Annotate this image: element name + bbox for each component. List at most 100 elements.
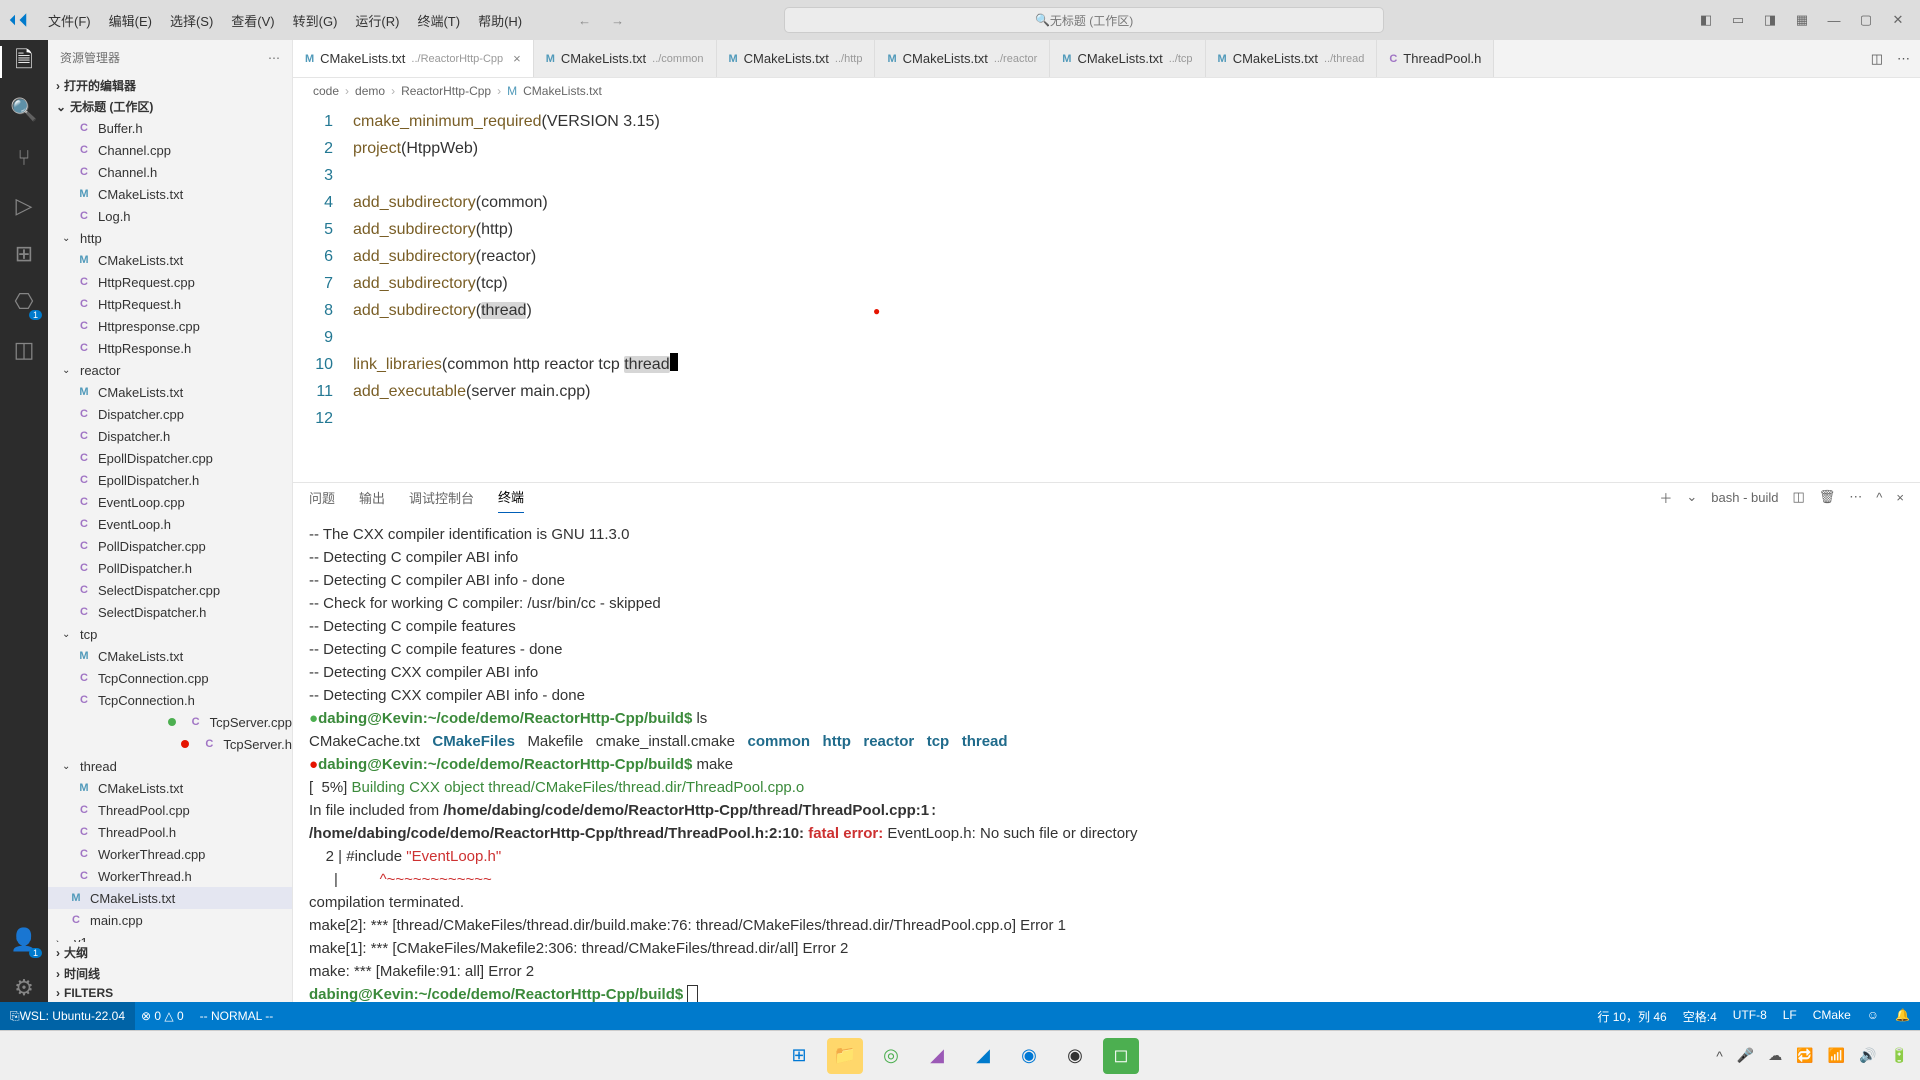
- close-panel-icon[interactable]: ×: [1896, 490, 1904, 511]
- file-item[interactable]: CEventLoop.cpp: [48, 491, 292, 513]
- layout-panel-icon[interactable]: ▭: [1724, 6, 1752, 34]
- folder-tcp[interactable]: ⌄tcp: [48, 623, 292, 645]
- panel-tab-terminal[interactable]: 终端: [498, 487, 524, 513]
- outline-section[interactable]: ›大纲: [48, 942, 292, 963]
- file-item[interactable]: CEventLoop.h: [48, 513, 292, 535]
- open-editors-section[interactable]: ›打开的编辑器: [48, 75, 292, 96]
- terminal-dropdown-icon[interactable]: ⌄: [1686, 489, 1697, 511]
- onedrive-icon[interactable]: ☁: [1768, 1047, 1782, 1064]
- file-item[interactable]: CTcpConnection.h: [48, 689, 292, 711]
- status-language[interactable]: CMake: [1813, 1008, 1851, 1025]
- new-terminal-icon[interactable]: ＋: [1659, 488, 1672, 513]
- chevron-up-icon[interactable]: ^: [1876, 490, 1882, 511]
- folder-v1[interactable]: ›v1: [48, 931, 292, 942]
- timeline-section[interactable]: ›时间线: [48, 963, 292, 984]
- status-spaces[interactable]: 空格:4: [1683, 1008, 1717, 1025]
- tab[interactable]: MCMakeLists.txt../http: [717, 40, 876, 77]
- layout-grid-icon[interactable]: ▦: [1788, 6, 1816, 34]
- menu-goto[interactable]: 转到(G): [285, 7, 346, 34]
- more-icon[interactable]: ⋯: [1849, 489, 1862, 511]
- run-debug-icon[interactable]: ▷: [10, 192, 38, 220]
- status-encoding[interactable]: UTF-8: [1733, 1008, 1767, 1025]
- file-item[interactable]: MCMakeLists.txt: [48, 249, 292, 271]
- file-item[interactable]: CTcpServer.cpp: [48, 711, 292, 733]
- layout-right-icon[interactable]: ◨: [1756, 6, 1784, 34]
- sync-icon[interactable]: 🔁: [1796, 1047, 1813, 1064]
- split-terminal-icon[interactable]: ◫: [1792, 489, 1804, 511]
- chrome-icon[interactable]: ◉: [1057, 1038, 1093, 1074]
- file-item[interactable]: CPollDispatcher.cpp: [48, 535, 292, 557]
- terminal-output[interactable]: -- The CXX compiler identification is GN…: [293, 517, 1920, 1002]
- minimize-icon[interactable]: —: [1820, 6, 1848, 34]
- panel-tab-problems[interactable]: 问题: [309, 488, 335, 513]
- file-item[interactable]: Cmain.cpp: [48, 909, 292, 931]
- file-item[interactable]: CPollDispatcher.h: [48, 557, 292, 579]
- menu-select[interactable]: 选择(S): [162, 7, 221, 34]
- filters-section[interactable]: ›FILTERS: [48, 984, 292, 1002]
- tab[interactable]: MCMakeLists.txt../thread: [1206, 40, 1378, 77]
- tab-active[interactable]: MCMakeLists.txt../ReactorHttp-Cpp×: [293, 40, 534, 77]
- menu-help[interactable]: 帮助(H): [470, 7, 530, 34]
- menu-edit[interactable]: 编辑(E): [101, 7, 160, 34]
- battery-icon[interactable]: 🔋: [1891, 1047, 1908, 1064]
- file-item[interactable]: CTcpServer.h: [48, 733, 292, 755]
- command-center[interactable]: 🔍 无标题 (工作区): [784, 7, 1384, 33]
- tab[interactable]: MCMakeLists.txt../reactor: [875, 40, 1050, 77]
- file-item[interactable]: CChannel.h: [48, 161, 292, 183]
- app-icon[interactable]: ◎: [873, 1038, 909, 1074]
- file-item[interactable]: CHttpRequest.cpp: [48, 271, 292, 293]
- chevron-up-icon[interactable]: ^: [1716, 1048, 1723, 1064]
- more-icon[interactable]: ⋯: [268, 51, 280, 65]
- status-errors[interactable]: ⊗ 0 △ 0: [141, 1009, 184, 1023]
- wifi-icon[interactable]: 📶: [1828, 1047, 1845, 1064]
- account-icon[interactable]: 👤1: [10, 926, 38, 954]
- folder-reactor[interactable]: ⌄reactor: [48, 359, 292, 381]
- code-content[interactable]: cmake_minimum_required(VERSION 3.15) pro…: [353, 104, 1920, 482]
- file-item[interactable]: CWorkerThread.h: [48, 865, 292, 887]
- file-item-active[interactable]: MCMakeLists.txt: [48, 887, 292, 909]
- panel-tab-debug[interactable]: 调试控制台: [409, 488, 474, 513]
- search-icon[interactable]: 🔍: [10, 96, 38, 124]
- mic-icon[interactable]: 🎤: [1737, 1047, 1754, 1064]
- settings-icon[interactable]: ⚙: [10, 974, 38, 1002]
- explorer-app-icon[interactable]: 📁: [827, 1038, 863, 1074]
- file-item[interactable]: MCMakeLists.txt: [48, 645, 292, 667]
- menu-run[interactable]: 运行(R): [347, 7, 407, 34]
- folder-http[interactable]: ⌄http: [48, 227, 292, 249]
- status-eol[interactable]: LF: [1783, 1008, 1797, 1025]
- remote-icon[interactable]: ⎔1: [10, 288, 38, 316]
- edge-icon[interactable]: ◉: [1011, 1038, 1047, 1074]
- tab[interactable]: MCMakeLists.txt../common: [534, 40, 717, 77]
- file-item[interactable]: CEpollDispatcher.h: [48, 469, 292, 491]
- vscode-icon[interactable]: ◢: [965, 1038, 1001, 1074]
- file-item[interactable]: CTcpConnection.cpp: [48, 667, 292, 689]
- file-item[interactable]: CLog.h: [48, 205, 292, 227]
- maximize-icon[interactable]: ▢: [1852, 6, 1880, 34]
- code-editor[interactable]: 123456789101112 cmake_minimum_required(V…: [293, 104, 1920, 482]
- extensions-icon[interactable]: ⊞: [10, 240, 38, 268]
- tab[interactable]: CThreadPool.h: [1377, 40, 1494, 77]
- file-item[interactable]: CSelectDispatcher.h: [48, 601, 292, 623]
- nav-fwd-icon[interactable]: →: [607, 9, 628, 32]
- file-item[interactable]: CDispatcher.h: [48, 425, 292, 447]
- panel-tab-output[interactable]: 输出: [359, 488, 385, 513]
- nav-back-icon[interactable]: ←: [574, 9, 595, 32]
- file-item[interactable]: CWorkerThread.cpp: [48, 843, 292, 865]
- breadcrumb[interactable]: code› demo› ReactorHttp-Cpp› MCMakeLists…: [293, 78, 1920, 104]
- file-item[interactable]: CThreadPool.cpp: [48, 799, 292, 821]
- file-item[interactable]: CEpollDispatcher.cpp: [48, 447, 292, 469]
- status-bell-icon[interactable]: 🔔: [1895, 1008, 1910, 1025]
- file-item[interactable]: CSelectDispatcher.cpp: [48, 579, 292, 601]
- remote-indicator[interactable]: ⎘ WSL: Ubuntu-22.04: [0, 1002, 135, 1030]
- workspace-section[interactable]: ⌄无标题 (工作区): [48, 96, 292, 117]
- db-icon[interactable]: ◫: [10, 336, 38, 364]
- trash-icon[interactable]: 🗑: [1819, 489, 1836, 511]
- file-item[interactable]: CHttpresponse.cpp: [48, 315, 292, 337]
- start-icon[interactable]: ⊞: [781, 1038, 817, 1074]
- vs-icon[interactable]: ◢: [919, 1038, 955, 1074]
- status-line-col[interactable]: 行 10，列 46: [1597, 1008, 1666, 1025]
- menu-view[interactable]: 查看(V): [223, 7, 282, 34]
- file-item[interactable]: CDispatcher.cpp: [48, 403, 292, 425]
- file-item[interactable]: MCMakeLists.txt: [48, 183, 292, 205]
- file-item[interactable]: CBuffer.h: [48, 117, 292, 139]
